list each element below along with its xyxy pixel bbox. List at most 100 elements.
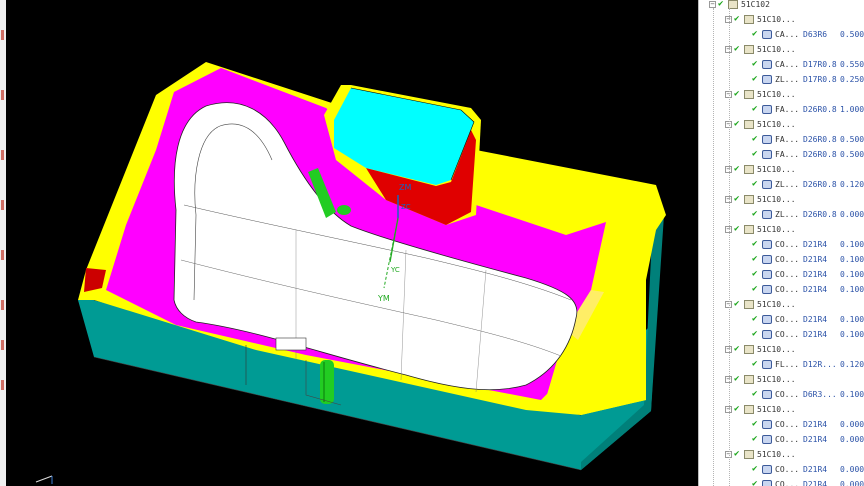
stock-cell: 0.000 <box>840 210 864 219</box>
tree-operation-row[interactable]: ✔ CO... D21R4 0.000 <box>699 462 864 477</box>
tree-group-row[interactable]: − ✔ 51C10... <box>699 117 864 132</box>
status-check-icon: ✔ <box>734 14 740 24</box>
tool-cell: D21R4 <box>803 240 828 249</box>
status-check-icon: ✔ <box>734 194 740 204</box>
tree-operation-row[interactable]: ✔ CA... D17R0.8 0.550 <box>699 57 864 72</box>
tree-operation-row[interactable]: ✔ ZL... D26R0.8 0.000 <box>699 207 864 222</box>
status-check-icon: ✔ <box>752 74 758 84</box>
axis-label-yc: YC <box>390 266 400 274</box>
operation-icon <box>762 435 772 444</box>
tree-item-name: CO... <box>775 390 800 399</box>
tree-group-row[interactable]: − ✔ 51C10... <box>699 402 864 417</box>
stock-cell: 0.500 <box>840 150 864 159</box>
tree-item-name: CO... <box>775 285 800 294</box>
tool-cell: D21R4 <box>803 270 828 279</box>
operation-icon <box>762 210 772 219</box>
stock-cell: 0.100 <box>840 285 864 294</box>
operation-icon <box>762 360 772 369</box>
tree-item-name: CO... <box>775 315 800 324</box>
tree-operation-row[interactable]: ✔ FA... D26R0.8 1.000 <box>699 102 864 117</box>
graphics-viewport[interactable]: ZM ZC YC YM <box>6 0 698 486</box>
status-check-icon: ✔ <box>734 344 740 354</box>
program-group-icon <box>744 90 754 99</box>
status-check-icon: ✔ <box>752 419 758 429</box>
tree-operation-row[interactable]: ✔ CA... D63R6 0.500 <box>699 27 864 42</box>
tool-cell: D17R0.8 <box>803 75 837 84</box>
operation-icon <box>762 180 772 189</box>
tree-group-row[interactable]: − ✔ 51C10... <box>699 192 864 207</box>
status-check-icon: ✔ <box>752 284 758 294</box>
tree-group-row[interactable]: − ✔ 51C10... <box>699 297 864 312</box>
tree-item-name: CO... <box>775 255 800 264</box>
tree-operation-row[interactable]: ✔ CO... D21R4 0.100 <box>699 327 864 342</box>
tree-group-row[interactable]: − ✔ 51C10... <box>699 162 864 177</box>
tree-item-name: 51C10... <box>757 15 796 24</box>
status-check-icon: ✔ <box>752 359 758 369</box>
operation-icon <box>762 105 772 114</box>
operation-icon <box>762 255 772 264</box>
tree-operation-row[interactable]: ✔ FL... D12R... 0.120 <box>699 357 864 372</box>
tree-item-name: 51C10... <box>757 345 796 354</box>
tree-group-row[interactable]: − ✔ 51C10... <box>699 372 864 387</box>
tool-cell: D21R4 <box>803 255 828 264</box>
tree-item-name: 51C10... <box>757 300 796 309</box>
tree-operation-row[interactable]: ✔ CO... D21R4 0.100 <box>699 237 864 252</box>
status-check-icon: ✔ <box>752 314 758 324</box>
tool-cell: D21R4 <box>803 285 828 294</box>
status-check-icon: ✔ <box>752 434 758 444</box>
operation-icon <box>762 150 772 159</box>
tree-item-name: 51C10... <box>757 225 796 234</box>
tree-item-name: 51C10... <box>757 450 796 459</box>
stock-cell: 0.100 <box>840 330 864 339</box>
status-check-icon: ✔ <box>752 59 758 69</box>
status-check-icon: ✔ <box>734 404 740 414</box>
tree-operation-row[interactable]: ✔ ZL... D17R0.8 0.250 <box>699 72 864 87</box>
green-mark-center <box>337 205 351 215</box>
tree-group-row[interactable]: − ✔ 51C10... <box>699 222 864 237</box>
status-check-icon: ✔ <box>734 89 740 99</box>
tree-operation-row[interactable]: ✔ CO... D21R4 0.000 <box>699 432 864 447</box>
tree-operation-row[interactable]: ✔ ZL... D26R0.8 0.120 <box>699 177 864 192</box>
stock-cell: 0.100 <box>840 315 864 324</box>
tree-group-row[interactable]: − ✔ 51C10... <box>699 12 864 27</box>
tool-cell: D21R4 <box>803 420 828 429</box>
tree-operation-row[interactable]: ✔ CO... D21R4 0.100 <box>699 252 864 267</box>
tree-item-name: CO... <box>775 240 800 249</box>
tree-item-name: 51C10... <box>757 45 796 54</box>
program-group-icon <box>744 120 754 129</box>
mold-model[interactable]: ZM ZC YC YM <box>6 0 698 486</box>
tree-group-row[interactable]: − ✔ 51C10... <box>699 342 864 357</box>
tree-group-row[interactable]: − ✔ 51C10... <box>699 447 864 462</box>
stock-cell: 0.120 <box>840 360 864 369</box>
tree-group-row[interactable]: − ✔ 51C10... <box>699 87 864 102</box>
tree-operation-row[interactable]: ✔ FA... D26R0.8 0.500 <box>699 147 864 162</box>
collapse-toggle[interactable]: − <box>709 1 716 8</box>
tree-item-name: CO... <box>775 330 800 339</box>
operation-icon <box>762 30 772 39</box>
status-check-icon: ✔ <box>752 254 758 264</box>
tool-cell: D26R0.8 <box>803 210 837 219</box>
tree-operation-row[interactable]: ✔ CO... D21R4 0.100 <box>699 312 864 327</box>
tree-item-name: 51C10... <box>757 165 796 174</box>
tree-operation-row[interactable]: ✔ CO... D21R4 0.100 <box>699 282 864 297</box>
status-check-icon: ✔ <box>734 119 740 129</box>
tree-item-name: CO... <box>775 420 800 429</box>
tree-operation-row[interactable]: ✔ CO... D6R3... 0.100 <box>699 387 864 402</box>
tree-group-row[interactable]: − ✔ 51C10... <box>699 42 864 57</box>
tree-group-row[interactable]: − ✔ 51C102 <box>699 0 864 12</box>
operation-navigator-tree[interactable]: − ✔ 51C102− ✔ 51C10... ✔ CA... D63R6 0.500− ✔ 51C1… <box>698 0 864 486</box>
tree-operation-row[interactable]: ✔ CO... D21R4 0.000 <box>699 417 864 432</box>
stock-cell: 0.500 <box>840 135 864 144</box>
tree-operation-row[interactable]: ✔ CO... D21R4 0.100 <box>699 267 864 282</box>
operation-icon <box>762 315 772 324</box>
program-group-icon <box>744 405 754 414</box>
tree-item-name: CO... <box>775 465 800 474</box>
tool-cell: D21R4 <box>803 330 828 339</box>
operation-icon <box>762 270 772 279</box>
status-check-icon: ✔ <box>752 239 758 249</box>
status-check-icon: ✔ <box>752 329 758 339</box>
axis-label-ym: YM <box>377 294 390 303</box>
tree-operation-row[interactable]: ✔ CO... D21R4 0.000 <box>699 477 864 486</box>
tree-operation-row[interactable]: ✔ FA... D26R0.8 0.500 <box>699 132 864 147</box>
tree-item-name: ZL... <box>775 75 800 84</box>
